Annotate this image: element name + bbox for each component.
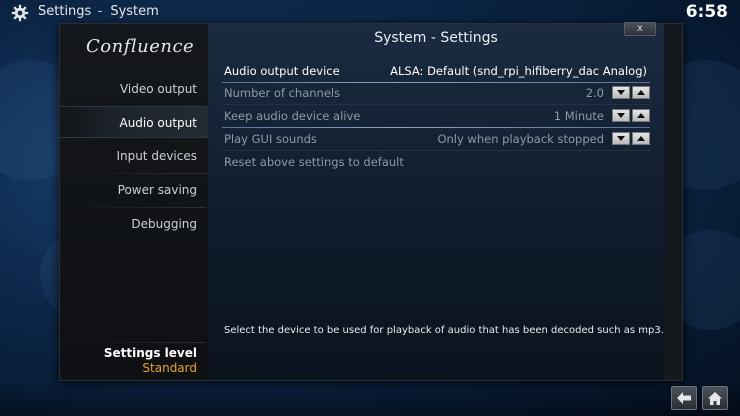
value-spinner (612, 86, 650, 99)
settings-level-value[interactable]: Standard (142, 361, 197, 375)
decrease-button[interactable] (612, 109, 630, 122)
bottom-bar (0, 383, 740, 416)
chevron-up-icon (637, 90, 645, 95)
settings-window: Confluence Video output Audio output Inp… (59, 22, 683, 381)
close-button[interactable]: x (624, 22, 656, 36)
breadcrumb: Settings - System (38, 4, 159, 19)
setting-label: Audio output device (224, 64, 340, 78)
setting-value: Only when playback stopped (437, 132, 604, 146)
setting-description: Select the device to be used for playbac… (224, 325, 664, 336)
sidebar: Confluence Video output Audio output Inp… (60, 24, 208, 380)
setting-label: Reset above settings to default (224, 155, 404, 169)
back-arrow-icon (677, 392, 691, 404)
sidebar-item-video-output[interactable]: Video output (60, 73, 208, 105)
setting-play-gui-sounds[interactable]: Play GUI sounds Only when playback stopp… (222, 128, 650, 150)
value-spinner (612, 109, 650, 122)
setting-label: Keep audio device alive (224, 109, 361, 123)
back-button[interactable] (671, 386, 697, 410)
value-spinner (612, 132, 650, 145)
setting-value: ALSA: Default (snd_rpi_hifiberry_dac Ana… (390, 64, 647, 78)
chevron-up-icon (637, 113, 645, 118)
chevron-down-icon (617, 90, 625, 95)
home-button[interactable] (702, 386, 728, 410)
panel-title: System - Settings (374, 30, 498, 46)
increase-button[interactable] (632, 86, 650, 99)
increase-button[interactable] (632, 109, 650, 122)
sidebar-divider (70, 342, 206, 343)
decrease-button[interactable] (612, 86, 630, 99)
sidebar-item-input-devices[interactable]: Input devices (60, 140, 208, 172)
home-icon (708, 391, 722, 405)
breadcrumb-separator: - (97, 4, 103, 19)
clock: 6:58 (685, 2, 728, 22)
setting-label: Play GUI sounds (224, 132, 317, 146)
settings-panel: System - Settings Audio output device AL… (208, 24, 664, 380)
sidebar-item-audio-output[interactable]: Audio output (60, 106, 208, 138)
breadcrumb-subsection: System (110, 4, 159, 19)
breadcrumb-section: Settings (38, 4, 92, 19)
scrollbar[interactable] (664, 24, 682, 380)
confluence-logo: Confluence (86, 36, 195, 57)
sidebar-item-debugging[interactable]: Debugging (60, 208, 208, 240)
gear-icon (11, 4, 29, 22)
settings-level-label: Settings level (103, 346, 197, 360)
chevron-up-icon (637, 136, 645, 141)
setting-audio-output-device[interactable]: Audio output device ALSA: Default (snd_r… (222, 60, 650, 82)
decrease-button[interactable] (612, 132, 630, 145)
setting-value: 2.0 (585, 86, 604, 100)
setting-keep-audio-device-alive[interactable]: Keep audio device alive 1 Minute (222, 105, 650, 127)
setting-value: 1 Minute (553, 109, 604, 123)
increase-button[interactable] (632, 132, 650, 145)
reset-settings-button[interactable]: Reset above settings to default (222, 151, 650, 173)
sidebar-item-power-saving[interactable]: Power saving (60, 174, 208, 206)
setting-number-of-channels[interactable]: Number of channels 2.0 (222, 82, 650, 104)
chevron-down-icon (617, 113, 625, 118)
chevron-down-icon (617, 136, 625, 141)
setting-label: Number of channels (224, 86, 341, 100)
